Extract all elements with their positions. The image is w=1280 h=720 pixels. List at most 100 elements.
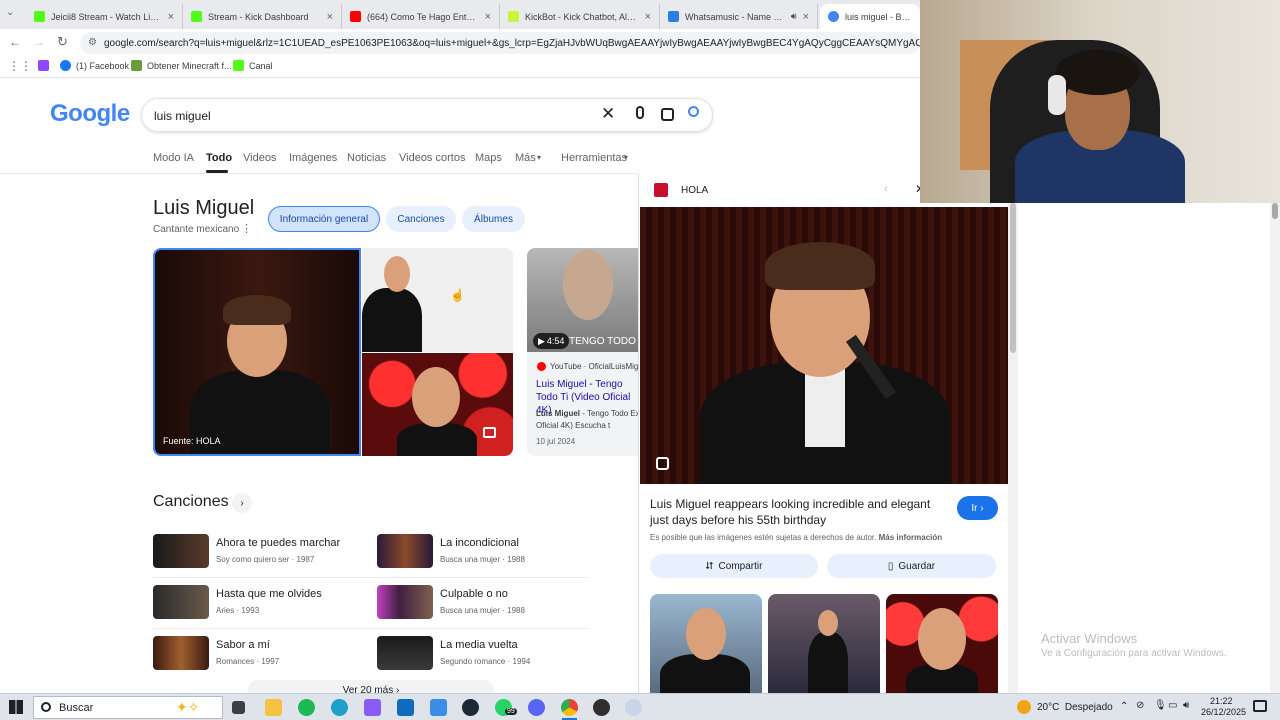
tab-noticias[interactable]: Noticias xyxy=(347,152,386,164)
taskbar: Buscar ✦✧ 99 20°C Despejado ⌃ ⊘ 🎙︎ ▭ 🔊︎ … xyxy=(0,693,1280,720)
clear-icon[interactable]: ✕ xyxy=(601,104,615,124)
tab-videos[interactable]: Videos xyxy=(243,152,276,164)
chip-informacion-general[interactable]: Información general xyxy=(268,206,380,232)
search-input[interactable]: luis miguel xyxy=(154,109,211,123)
video-card[interactable]: TENGO TODO EXCE ▶ 4:54 YouTube · Oficial… xyxy=(527,248,638,456)
chip-canciones[interactable]: Canciones xyxy=(386,206,456,232)
photo-suit[interactable]: ☝ xyxy=(362,248,513,352)
google-logo[interactable]: Google xyxy=(50,100,130,128)
mail-icon[interactable] xyxy=(397,699,414,716)
panel-image[interactable] xyxy=(640,207,1009,484)
bookmark-minecraft[interactable]: Obtener Minecraft f... xyxy=(131,60,232,71)
list-item[interactable]: Sabor a mí Romances · 1997 xyxy=(153,636,363,676)
share-button[interactable]: ⮃ Compartir xyxy=(650,554,818,578)
network-off-icon[interactable]: ⊘ xyxy=(1136,700,1144,711)
more-info-link[interactable]: Más información xyxy=(879,533,943,542)
spotify-icon[interactable] xyxy=(298,699,315,716)
prev-icon[interactable]: ‹ xyxy=(884,183,888,195)
edge-icon[interactable] xyxy=(331,699,348,716)
chip-albumes[interactable]: Álbumes xyxy=(462,206,525,232)
song-meta: Romances · 1997 xyxy=(216,657,280,666)
tab-whatsamusic[interactable]: Whatsamusic - Name That 🔊︎ × xyxy=(660,4,818,29)
page-scrollbar[interactable] xyxy=(1270,203,1280,693)
search-icon[interactable] xyxy=(688,106,699,117)
close-icon[interactable]: × xyxy=(168,11,174,23)
scrollbar[interactable] xyxy=(1008,203,1018,693)
bookmark-canal[interactable]: Canal xyxy=(233,60,273,71)
list-item[interactable]: Culpable o no Busca una mujer · 1988 xyxy=(377,585,587,625)
scrollbar-thumb[interactable] xyxy=(1272,203,1278,219)
tab-videos-cortos[interactable]: Videos cortos xyxy=(399,152,465,164)
task-view-icon[interactable] xyxy=(232,701,245,714)
song-meta: Busca una mujer · 1988 xyxy=(440,555,525,564)
scrollbar-thumb[interactable] xyxy=(1010,203,1016,353)
tab-list-button[interactable]: ⌄ xyxy=(6,7,14,18)
clock-date[interactable]: 26/12/2025 xyxy=(1201,707,1246,717)
file-explorer-icon[interactable] xyxy=(265,699,282,716)
tab-kick-dashboard[interactable]: Stream - Kick Dashboard × xyxy=(183,4,342,29)
related-image[interactable] xyxy=(768,594,880,694)
list-item[interactable]: Hasta que me olvides Aries · 1993 xyxy=(153,585,363,625)
close-icon[interactable]: × xyxy=(327,11,333,23)
go-label: Ir xyxy=(971,502,978,514)
tab-modo-ia[interactable]: Modo IA xyxy=(153,152,194,164)
whatsapp-badge: 99 xyxy=(505,708,517,715)
go-button[interactable]: Ir › xyxy=(957,496,998,520)
tab-label: KickBot - Kick Chatbot, Alerts, T xyxy=(525,11,639,22)
tray-chevron-icon[interactable]: ⌃ xyxy=(1120,701,1128,712)
save-button[interactable]: ▯ Guardar xyxy=(827,554,996,578)
address-bar[interactable]: ⚙ google.com/search?q=luis+miguel&rlz=1C… xyxy=(80,32,920,54)
close-icon[interactable]: × xyxy=(803,11,809,23)
main-photo[interactable]: Fuente: HOLA xyxy=(153,248,361,456)
tab-todo[interactable]: Todo xyxy=(206,152,232,164)
weather-text[interactable]: 20°C Despejado xyxy=(1037,702,1113,713)
chrome-icon[interactable] xyxy=(561,699,578,716)
photo-red[interactable] xyxy=(362,353,513,456)
store-icon[interactable] xyxy=(430,699,447,716)
search-box[interactable]: luis miguel ✕ xyxy=(141,98,713,132)
related-image[interactable] xyxy=(650,594,762,694)
app-icon[interactable] xyxy=(625,699,642,716)
taskbar-search[interactable]: Buscar ✦✧ xyxy=(33,696,223,719)
microphone-icon[interactable]: 🎙︎ xyxy=(1154,700,1167,711)
more-options-icon[interactable]: ⋮ xyxy=(241,222,252,235)
steam-icon[interactable] xyxy=(462,699,479,716)
related-image[interactable] xyxy=(886,594,998,694)
obs-icon[interactable] xyxy=(593,699,610,716)
apps-icon[interactable]: ⋮⋮ xyxy=(8,59,32,73)
list-item[interactable]: La incondicional Busca una mujer · 1988 xyxy=(377,534,587,574)
tab-google-search[interactable]: luis miguel - Buscar co xyxy=(820,4,920,29)
speaker-icon[interactable]: 🔊︎ xyxy=(791,11,797,22)
reload-icon[interactable]: ↻ xyxy=(57,34,68,50)
list-item[interactable]: Ahora te puedes marchar Soy como quiero … xyxy=(153,534,363,574)
volume-icon[interactable]: 🔊︎ xyxy=(1183,700,1189,711)
tab-kick-stream[interactable]: Jeicii8 Stream - Watch Live on K × xyxy=(26,4,183,29)
tab-mas[interactable]: Más xyxy=(515,152,536,164)
bookmark-twitch[interactable] xyxy=(38,60,54,71)
lens-icon[interactable] xyxy=(656,457,669,470)
discord-icon[interactable] xyxy=(528,699,545,716)
gallery-icon[interactable] xyxy=(483,427,496,438)
close-icon[interactable]: × xyxy=(485,11,491,23)
bookmark-facebook[interactable]: (1) Facebook xyxy=(60,60,129,71)
close-icon[interactable]: × xyxy=(645,11,651,23)
tab-kickbot[interactable]: KickBot - Kick Chatbot, Alerts, T × xyxy=(500,4,660,29)
back-icon[interactable]: ← xyxy=(9,35,21,49)
lens-icon[interactable] xyxy=(661,108,674,121)
windows-start-icon[interactable] xyxy=(9,700,23,714)
voice-search-icon[interactable] xyxy=(636,106,644,119)
panel-source[interactable]: HOLA xyxy=(681,185,708,196)
tab-maps[interactable]: Maps xyxy=(475,152,502,164)
list-item[interactable]: La media vuelta Segundo romance · 1994 xyxy=(377,636,587,676)
site-info-icon[interactable]: ⚙ xyxy=(88,37,97,48)
tab-imagenes[interactable]: Imágenes xyxy=(289,152,337,164)
clock-time[interactable]: 21:22 xyxy=(1210,696,1233,706)
tab-herramientas[interactable]: Herramientas xyxy=(561,152,627,164)
forward-icon[interactable]: → xyxy=(33,35,45,49)
notifications-icon[interactable] xyxy=(1253,700,1267,712)
songs-arrow-button[interactable]: › xyxy=(232,493,252,513)
display-icon[interactable]: ▭ xyxy=(1168,700,1177,711)
panel-caption[interactable]: Luis Miguel reappears looking incredible… xyxy=(650,496,950,528)
copilot-icon[interactable] xyxy=(364,699,381,716)
tab-youtube[interactable]: (664) Como Te Hago Entender P × xyxy=(342,4,500,29)
